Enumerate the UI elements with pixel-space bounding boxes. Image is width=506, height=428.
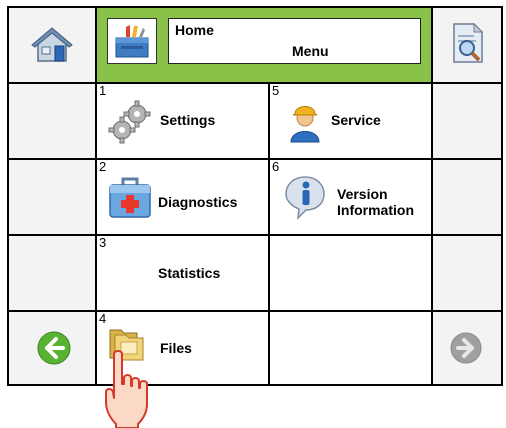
home-icon	[31, 27, 73, 62]
menu-item-statistics[interactable]: 3 Statistics	[97, 236, 268, 310]
menu-item-diagnostics[interactable]: 2 Diagnostics	[97, 160, 268, 234]
pointing-hand-icon	[105, 350, 148, 428]
menu-item-number: 1	[99, 84, 107, 98]
empty-menu-cell	[270, 312, 431, 384]
empty-menu-cell	[270, 236, 431, 310]
menu-item-label: Files	[160, 340, 192, 356]
service-person-icon	[290, 106, 320, 143]
empty-left-cell	[9, 84, 95, 158]
title-box: Home Menu	[168, 18, 421, 64]
back-button[interactable]	[9, 312, 95, 384]
preview-icon	[453, 22, 484, 63]
menu-item-label-line2: Information	[337, 202, 414, 218]
menu-item-label: Settings	[160, 112, 216, 128]
next-arrow-icon	[450, 332, 482, 364]
empty-right-cell	[433, 236, 501, 310]
preview-button[interactable]	[433, 8, 501, 82]
gears-icon	[108, 100, 151, 144]
menu-item-label-line1: Version	[337, 186, 388, 202]
empty-right-cell	[433, 84, 501, 158]
page-subtitle: Menu	[292, 43, 329, 59]
menu-item-number: 4	[99, 312, 107, 326]
menu-item-version-information[interactable]: 6 Version Information	[270, 160, 431, 234]
info-icon	[285, 176, 325, 220]
menu-item-number: 6	[272, 160, 280, 174]
menu-item-label: Diagnostics	[158, 194, 238, 210]
back-arrow-icon	[37, 331, 71, 365]
page-title: Home	[175, 22, 214, 38]
empty-left-cell	[9, 236, 95, 310]
menu-item-label: Service	[331, 112, 381, 128]
toolbox-icon	[115, 25, 149, 58]
menu-item-number: 2	[99, 160, 107, 174]
menu-item-number: 3	[99, 236, 107, 250]
menu-item-label: Statistics	[158, 265, 221, 281]
toolbox-icon-frame	[107, 18, 157, 64]
menu-item-service[interactable]: 5 Service	[270, 84, 431, 158]
menu-item-settings[interactable]: 1 Settings	[97, 84, 268, 158]
home-button[interactable]	[9, 8, 95, 82]
header-bar: Home Menu	[97, 8, 431, 82]
empty-left-cell	[9, 160, 95, 234]
screen-frame: Home Menu 1 Settings 5 Service 2 Diagnos…	[7, 6, 503, 386]
empty-right-cell	[433, 160, 501, 234]
first-aid-kit-icon	[109, 177, 151, 218]
next-button[interactable]	[433, 312, 501, 384]
menu-item-number: 5	[272, 84, 280, 98]
